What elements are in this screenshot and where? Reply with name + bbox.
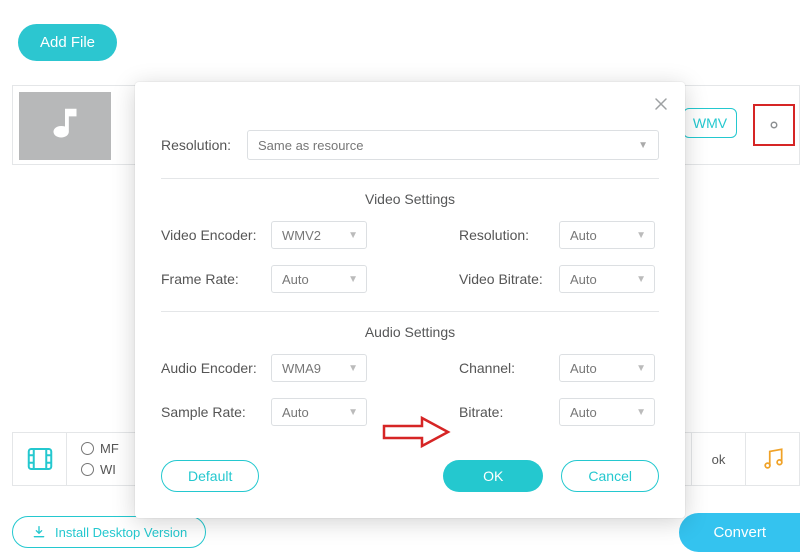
- file-thumbnail: [19, 92, 111, 160]
- format-radio-1[interactable]: MF: [81, 441, 119, 456]
- chevron-down-icon: ▼: [636, 407, 646, 418]
- tail-cell: ok: [691, 433, 745, 485]
- frame-rate-label: Frame Rate:: [161, 271, 271, 287]
- music-note-icon: [42, 103, 88, 149]
- resolution2-select[interactable]: Auto▼: [559, 221, 655, 249]
- divider: [161, 178, 659, 179]
- convert-button[interactable]: Convert: [679, 513, 800, 552]
- resolution-select[interactable]: Same as resource ▼: [247, 130, 659, 160]
- cancel-button[interactable]: Cancel: [561, 460, 659, 492]
- audio-encoder-select[interactable]: WMA9▼: [271, 354, 367, 382]
- divider: [161, 311, 659, 312]
- add-file-button[interactable]: Add File: [18, 24, 117, 61]
- sample-rate-select[interactable]: Auto▼: [271, 398, 367, 426]
- video-bitrate-select[interactable]: Auto▼: [559, 265, 655, 293]
- audio-tab[interactable]: [745, 433, 799, 485]
- channel-select[interactable]: Auto▼: [559, 354, 655, 382]
- bitrate-label: Bitrate:: [459, 404, 559, 420]
- default-button[interactable]: Default: [161, 460, 259, 492]
- close-button[interactable]: [651, 94, 671, 119]
- channel-label: Channel:: [459, 360, 559, 376]
- gear-icon: [763, 114, 785, 136]
- chevron-down-icon: ▼: [636, 363, 646, 374]
- output-format-chip[interactable]: WMV: [683, 108, 737, 138]
- video-settings-title: Video Settings: [161, 191, 659, 207]
- chevron-down-icon: ▼: [638, 140, 648, 151]
- chevron-down-icon: ▼: [348, 230, 358, 241]
- format-radio-2[interactable]: WI: [81, 462, 119, 477]
- install-desktop-button[interactable]: Install Desktop Version: [12, 516, 206, 548]
- video-bitrate-label: Video Bitrate:: [459, 271, 559, 287]
- bitrate-select[interactable]: Auto▼: [559, 398, 655, 426]
- video-tab[interactable]: [13, 433, 67, 485]
- format-radio-group: MF WI: [67, 441, 119, 477]
- chevron-down-icon: ▼: [636, 230, 646, 241]
- chevron-down-icon: ▼: [348, 363, 358, 374]
- chevron-down-icon: ▼: [636, 274, 646, 285]
- settings-button[interactable]: [753, 104, 795, 146]
- close-icon: [651, 94, 671, 114]
- download-icon: [31, 524, 47, 540]
- music-icon: [760, 446, 786, 472]
- audio-settings-title: Audio Settings: [161, 324, 659, 340]
- sample-rate-label: Sample Rate:: [161, 404, 271, 420]
- resolution-label: Resolution:: [161, 137, 247, 153]
- ok-button[interactable]: OK: [443, 460, 543, 492]
- chevron-down-icon: ▼: [348, 407, 358, 418]
- video-encoder-label: Video Encoder:: [161, 227, 271, 243]
- video-encoder-select[interactable]: WMV2▼: [271, 221, 367, 249]
- audio-encoder-label: Audio Encoder:: [161, 360, 271, 376]
- settings-modal: Resolution: Same as resource ▼ Video Set…: [135, 82, 685, 518]
- chevron-down-icon: ▼: [348, 274, 358, 285]
- film-icon: [25, 444, 55, 474]
- frame-rate-select[interactable]: Auto▼: [271, 265, 367, 293]
- resolution2-label: Resolution:: [459, 227, 559, 243]
